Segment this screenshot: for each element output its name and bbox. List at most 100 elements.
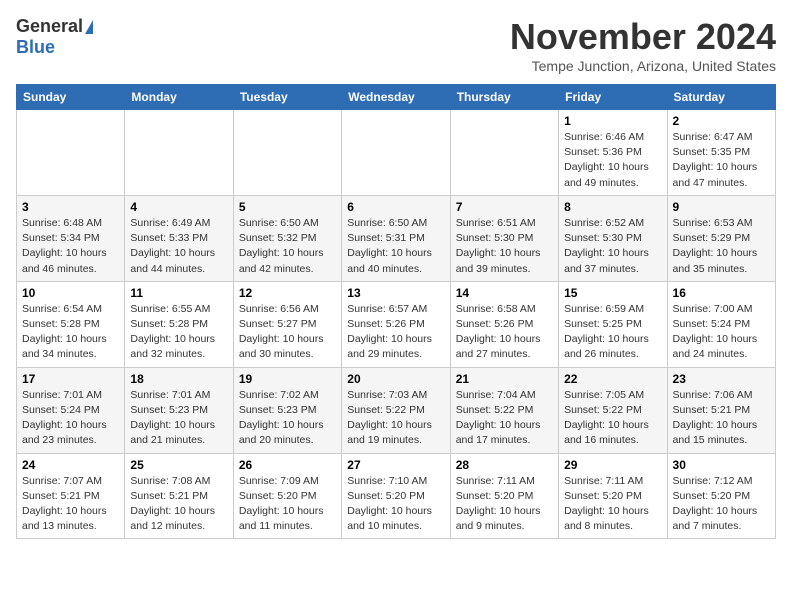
day-info: Sunrise: 6:55 AMSunset: 5:28 PMDaylight:… <box>130 302 227 363</box>
calendar-cell: 23 Sunrise: 7:06 AMSunset: 5:21 PMDayligh… <box>667 367 775 453</box>
calendar-cell: 29 Sunrise: 7:11 AMSunset: 5:20 PMDayligh… <box>559 453 667 539</box>
day-number: 25 <box>130 458 227 472</box>
day-number: 26 <box>239 458 336 472</box>
day-number: 9 <box>673 200 770 214</box>
day-number: 23 <box>673 372 770 386</box>
calendar-cell: 17 Sunrise: 7:01 AMSunset: 5:24 PMDayligh… <box>17 367 125 453</box>
calendar-cell: 7 Sunrise: 6:51 AMSunset: 5:30 PMDaylight… <box>450 195 558 281</box>
calendar-cell: 10Sunrise: 6:54 AMSunset: 5:28 PMDayligh… <box>17 281 125 367</box>
location-text: Tempe Junction, Arizona, United States <box>510 58 776 74</box>
calendar-cell <box>233 110 341 196</box>
day-info: Sunrise: 7:05 AMSunset: 5:22 PMDaylight:… <box>564 388 661 449</box>
day-info: Sunrise: 6:47 AMSunset: 5:35 PMDaylight:… <box>673 130 770 191</box>
day-info: Sunrise: 6:50 AMSunset: 5:31 PMDaylight:… <box>347 216 444 277</box>
calendar-cell: 28Sunrise: 7:11 AMSunset: 5:20 PMDayligh… <box>450 453 558 539</box>
day-number: 1 <box>564 114 661 128</box>
day-number: 5 <box>239 200 336 214</box>
calendar-week-row: 17 Sunrise: 7:01 AMSunset: 5:24 PMDayligh… <box>17 367 776 453</box>
day-info: Sunrise: 6:53 AMSunset: 5:29 PMDaylight:… <box>673 216 770 277</box>
day-info: Sunrise: 6:59 AMSunset: 5:25 PMDaylight:… <box>564 302 661 363</box>
calendar-week-row: 3 Sunrise: 6:48 AMSunset: 5:34 PMDaylight… <box>17 195 776 281</box>
day-number: 29 <box>564 458 661 472</box>
day-number: 10 <box>22 286 119 300</box>
calendar-cell: 25 Sunrise: 7:08 AMSunset: 5:21 PMDayligh… <box>125 453 233 539</box>
calendar-cell <box>450 110 558 196</box>
day-info: Sunrise: 7:08 AMSunset: 5:21 PMDaylight:… <box>130 474 227 535</box>
day-number: 16 <box>673 286 770 300</box>
day-info: Sunrise: 7:09 AMSunset: 5:20 PMDaylight:… <box>239 474 336 535</box>
calendar-cell: 9 Sunrise: 6:53 AMSunset: 5:29 PMDaylight… <box>667 195 775 281</box>
day-number: 11 <box>130 286 227 300</box>
day-number: 19 <box>239 372 336 386</box>
day-info: Sunrise: 7:12 AMSunset: 5:20 PMDaylight:… <box>673 474 770 535</box>
day-number: 3 <box>22 200 119 214</box>
page-header: General Blue November 2024 Tempe Junctio… <box>16 16 776 74</box>
day-info: Sunrise: 7:06 AMSunset: 5:21 PMDaylight:… <box>673 388 770 449</box>
calendar-week-row: 24 Sunrise: 7:07 AMSunset: 5:21 PMDayligh… <box>17 453 776 539</box>
day-number: 7 <box>456 200 553 214</box>
calendar-cell: 1 Sunrise: 6:46 AMSunset: 5:36 PMDaylight… <box>559 110 667 196</box>
day-info: Sunrise: 7:11 AMSunset: 5:20 PMDaylight:… <box>456 474 553 535</box>
weekday-header-saturday: Saturday <box>667 85 775 110</box>
calendar-cell: 12 Sunrise: 6:56 AMSunset: 5:27 PMDayligh… <box>233 281 341 367</box>
day-info: Sunrise: 7:07 AMSunset: 5:21 PMDaylight:… <box>22 474 119 535</box>
calendar-cell: 24 Sunrise: 7:07 AMSunset: 5:21 PMDayligh… <box>17 453 125 539</box>
day-number: 30 <box>673 458 770 472</box>
calendar-week-row: 1 Sunrise: 6:46 AMSunset: 5:36 PMDaylight… <box>17 110 776 196</box>
day-number: 20 <box>347 372 444 386</box>
weekday-header-sunday: Sunday <box>17 85 125 110</box>
weekday-header-monday: Monday <box>125 85 233 110</box>
calendar-cell: 26 Sunrise: 7:09 AMSunset: 5:20 PMDayligh… <box>233 453 341 539</box>
title-block: November 2024 Tempe Junction, Arizona, U… <box>510 16 776 74</box>
day-info: Sunrise: 7:00 AMSunset: 5:24 PMDaylight:… <box>673 302 770 363</box>
day-number: 4 <box>130 200 227 214</box>
day-info: Sunrise: 6:48 AMSunset: 5:34 PMDaylight:… <box>22 216 119 277</box>
month-title: November 2024 <box>510 16 776 58</box>
logo-blue-text: Blue <box>16 37 55 58</box>
calendar-table: SundayMondayTuesdayWednesdayThursdayFrid… <box>16 84 776 539</box>
day-info: Sunrise: 6:50 AMSunset: 5:32 PMDaylight:… <box>239 216 336 277</box>
day-number: 12 <box>239 286 336 300</box>
calendar-cell: 6 Sunrise: 6:50 AMSunset: 5:31 PMDaylight… <box>342 195 450 281</box>
calendar-cell: 3 Sunrise: 6:48 AMSunset: 5:34 PMDaylight… <box>17 195 125 281</box>
day-number: 17 <box>22 372 119 386</box>
day-info: Sunrise: 7:10 AMSunset: 5:20 PMDaylight:… <box>347 474 444 535</box>
day-info: Sunrise: 6:56 AMSunset: 5:27 PMDaylight:… <box>239 302 336 363</box>
calendar-cell: 18 Sunrise: 7:01 AMSunset: 5:23 PMDayligh… <box>125 367 233 453</box>
day-info: Sunrise: 7:01 AMSunset: 5:24 PMDaylight:… <box>22 388 119 449</box>
calendar-cell: 5 Sunrise: 6:50 AMSunset: 5:32 PMDaylight… <box>233 195 341 281</box>
day-info: Sunrise: 7:11 AMSunset: 5:20 PMDaylight:… <box>564 474 661 535</box>
calendar-cell: 22Sunrise: 7:05 AMSunset: 5:22 PMDayligh… <box>559 367 667 453</box>
day-info: Sunrise: 6:49 AMSunset: 5:33 PMDaylight:… <box>130 216 227 277</box>
day-number: 27 <box>347 458 444 472</box>
day-info: Sunrise: 6:52 AMSunset: 5:30 PMDaylight:… <box>564 216 661 277</box>
weekday-header-wednesday: Wednesday <box>342 85 450 110</box>
calendar-cell: 4 Sunrise: 6:49 AMSunset: 5:33 PMDaylight… <box>125 195 233 281</box>
logo: General Blue <box>16 16 93 58</box>
logo-general-text: General <box>16 16 83 37</box>
weekday-header-row: SundayMondayTuesdayWednesdayThursdayFrid… <box>17 85 776 110</box>
calendar-cell: 14 Sunrise: 6:58 AMSunset: 5:26 PMDayligh… <box>450 281 558 367</box>
calendar-cell <box>17 110 125 196</box>
calendar-cell: 8Sunrise: 6:52 AMSunset: 5:30 PMDaylight… <box>559 195 667 281</box>
calendar-cell <box>125 110 233 196</box>
day-number: 21 <box>456 372 553 386</box>
day-number: 6 <box>347 200 444 214</box>
day-number: 2 <box>673 114 770 128</box>
day-info: Sunrise: 7:01 AMSunset: 5:23 PMDaylight:… <box>130 388 227 449</box>
calendar-cell <box>342 110 450 196</box>
calendar-cell: 30 Sunrise: 7:12 AMSunset: 5:20 PMDayligh… <box>667 453 775 539</box>
weekday-header-tuesday: Tuesday <box>233 85 341 110</box>
day-number: 24 <box>22 458 119 472</box>
day-info: Sunrise: 6:46 AMSunset: 5:36 PMDaylight:… <box>564 130 661 191</box>
calendar-cell: 2 Sunrise: 6:47 AMSunset: 5:35 PMDaylight… <box>667 110 775 196</box>
day-info: Sunrise: 7:02 AMSunset: 5:23 PMDaylight:… <box>239 388 336 449</box>
day-info: Sunrise: 6:58 AMSunset: 5:26 PMDaylight:… <box>456 302 553 363</box>
day-info: Sunrise: 6:57 AMSunset: 5:26 PMDaylight:… <box>347 302 444 363</box>
day-number: 18 <box>130 372 227 386</box>
day-number: 14 <box>456 286 553 300</box>
calendar-cell: 16 Sunrise: 7:00 AMSunset: 5:24 PMDayligh… <box>667 281 775 367</box>
calendar-cell: 19 Sunrise: 7:02 AMSunset: 5:23 PMDayligh… <box>233 367 341 453</box>
weekday-header-thursday: Thursday <box>450 85 558 110</box>
day-info: Sunrise: 6:51 AMSunset: 5:30 PMDaylight:… <box>456 216 553 277</box>
